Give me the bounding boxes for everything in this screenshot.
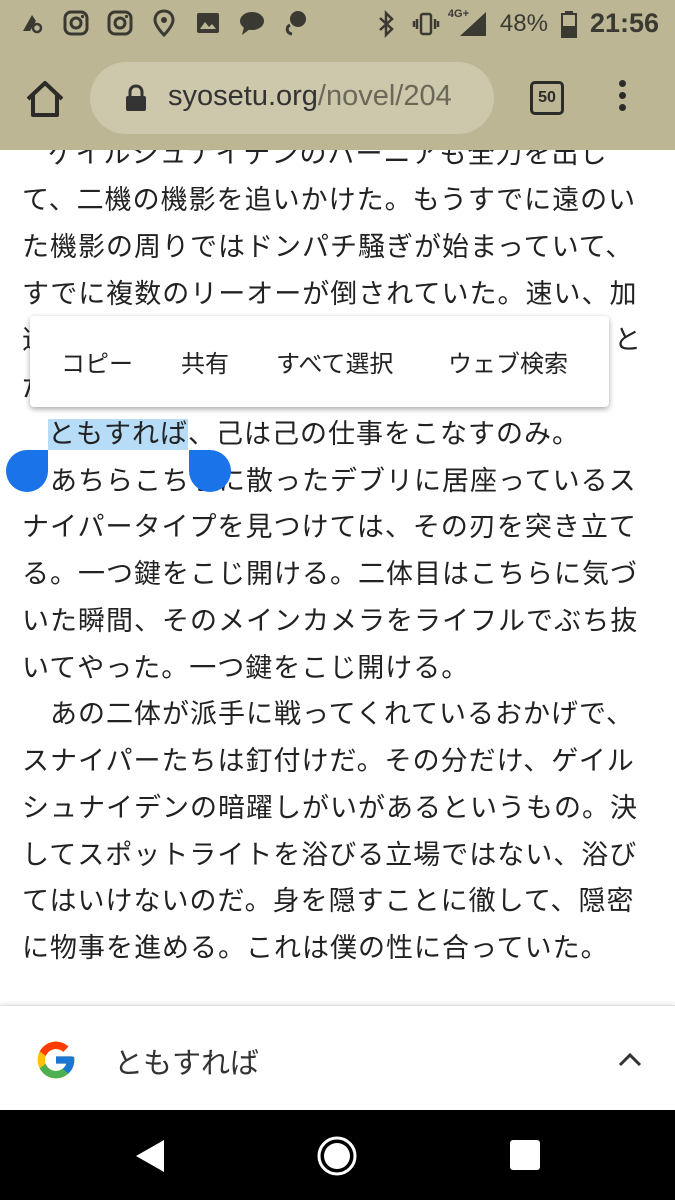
battery-percent: 48% — [499, 9, 548, 37]
select-all-button[interactable]: すべて選択 — [276, 344, 393, 379]
web-search-button[interactable]: ウェブ検索 — [448, 344, 568, 379]
share-button[interactable]: 共有 — [181, 344, 229, 379]
home-icon — [26, 81, 64, 117]
chat-icon — [238, 9, 266, 37]
text-line: て、二機の機影を追いかけた。もうすでに遠のい — [22, 185, 637, 216]
text-line: 、己は己の仕事をこなすのみ。 — [188, 419, 580, 450]
text-line: と — [614, 325, 642, 356]
text-line: た機影の周りではドンパチ騒ぎが始まっていて、 — [22, 232, 634, 263]
image-icon — [194, 9, 222, 37]
message-icon — [282, 9, 310, 37]
text-line: いてやった。一つ鍵をこじ開ける。 — [22, 653, 470, 684]
notification-icon — [18, 9, 46, 37]
recent-apps-icon[interactable] — [510, 1140, 540, 1170]
novel-text: ゲイルシュナイデンのバーニアも全力を出し て、二機の機影を追いかけた。もうすでに… — [0, 150, 675, 1005]
url-text: syosetu.org/novel/204 — [168, 80, 452, 113]
vibrate-icon — [412, 10, 440, 38]
lock-icon — [126, 84, 146, 111]
selection-handle-start[interactable] — [6, 450, 48, 492]
chevron-up-icon[interactable] — [616, 1050, 644, 1070]
text-line: スナイパーたちは釘付けだ。その分だけ、ゲイル — [22, 746, 635, 777]
home-nav-icon[interactable] — [316, 1135, 358, 1177]
text-line: てはいけないのだ。身を隠すことに徹して、隠密 — [22, 886, 635, 917]
system-nav-bar — [0, 1110, 675, 1200]
clock: 21:56 — [589, 8, 659, 38]
status-bar: 4G+ 48% 21:56 — [0, 0, 675, 48]
text-line: してスポットライトを浴びる立場ではない、浴び — [22, 840, 638, 871]
more-vert-icon — [618, 80, 626, 87]
selection-context-menu: コピー 共有 すべて選択 ウェブ検索 — [30, 316, 609, 407]
google-logo-icon — [37, 1041, 75, 1079]
home-button[interactable] — [22, 76, 68, 122]
instagram-icon — [62, 9, 90, 37]
selection-handle-end[interactable] — [189, 450, 231, 492]
browser-toolbar: syosetu.org/novel/204 50 — [0, 48, 675, 150]
tab-switcher-button[interactable]: 50 — [530, 81, 564, 115]
network-type: 4G+ — [447, 7, 469, 20]
text-line: いた瞬間、そのメインカメラをライフルでぶち抜 — [22, 606, 639, 637]
selected-text[interactable]: ともすれば — [48, 419, 188, 450]
text-line: る。一つ鍵をこじ開ける。二体目はこちらに気づ — [22, 559, 638, 590]
url-host: syosetu.org — [168, 80, 318, 112]
text-line: あの二体が派手に戦ってくれているおかげで、 — [22, 699, 634, 730]
search-query: ともすれば — [114, 1046, 260, 1080]
battery-icon — [560, 10, 578, 38]
signal-icon: 4G+ — [448, 8, 488, 38]
address-bar[interactable]: syosetu.org/novel/204 — [90, 62, 494, 134]
text-line: シュナイデンの暗躍しがいがあるというもの。決 — [22, 793, 638, 824]
text-line: あちらこちらに散ったデブリに居座っているス — [22, 466, 637, 497]
text-line: に物事を進める。これは僕の性に合っていた。 — [22, 933, 609, 964]
url-path: /novel/204 — [317, 80, 452, 112]
text-line-selection[interactable]: ともすれば、己は己の仕事をこなすのみ。 — [48, 418, 580, 452]
instagram-icon — [106, 9, 134, 37]
text-line: ナイパータイプを見つけては、その刃を突き立て — [22, 512, 637, 543]
bluetooth-icon — [372, 9, 400, 38]
location-icon — [150, 9, 178, 37]
back-icon[interactable] — [132, 1138, 168, 1174]
contextual-search-bar[interactable]: ともすれば — [0, 1005, 675, 1110]
copy-button[interactable]: コピー — [61, 344, 133, 379]
text-line: ゲイルシュナイデンのバーニアも全力を出し — [48, 150, 608, 170]
overflow-menu-button[interactable] — [608, 78, 636, 118]
text-line: すでに複数のリーオーが倒されていた。速い、加 — [22, 279, 638, 310]
